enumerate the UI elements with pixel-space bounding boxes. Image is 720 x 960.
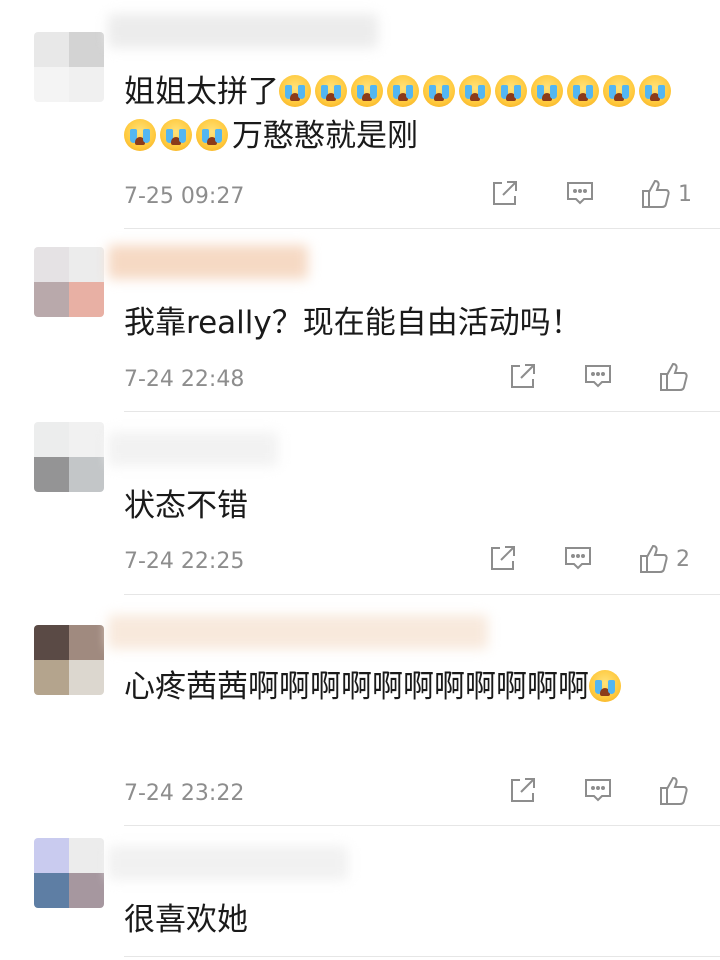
avatar-pixel [69, 660, 104, 695]
crying-emoji-icon [531, 75, 563, 107]
avatar-pixel [69, 32, 104, 67]
crying-emoji-icon [495, 75, 527, 107]
comment-text: 我靠really？现在能自由活动吗！ [124, 305, 582, 341]
avatar[interactable] [34, 32, 104, 102]
avatar-pixel [34, 457, 69, 492]
avatar-pixel [69, 67, 104, 102]
avatar-pixel [69, 838, 104, 873]
avatar-pixel [34, 873, 69, 908]
username-blurred[interactable] [108, 245, 308, 279]
comment-actions [0, 775, 720, 815]
crying-emoji-icon [315, 75, 347, 107]
reply-icon [567, 182, 593, 205]
share-icon [511, 778, 535, 802]
username-blurred[interactable] [108, 432, 278, 466]
avatar-pixel [69, 282, 104, 317]
avatar-pixel [69, 422, 104, 457]
reply-icon [585, 365, 611, 388]
divider [124, 228, 720, 229]
like-button[interactable]: 1 [640, 178, 692, 210]
like-icon [640, 544, 668, 573]
divider [124, 594, 720, 595]
crying-emoji-icon [279, 75, 311, 107]
avatar[interactable] [34, 625, 104, 695]
comment-actions: 2 [0, 543, 720, 583]
like-count: 2 [676, 546, 690, 572]
share-button[interactable] [490, 178, 520, 208]
like-icon [660, 776, 688, 805]
avatar-pixel [69, 873, 104, 908]
crying-emoji-icon [567, 75, 599, 107]
avatar[interactable] [34, 422, 104, 492]
comment-text-end: 万憨憨就是刚 [232, 118, 418, 154]
avatar-pixel [69, 247, 104, 282]
share-button[interactable] [508, 775, 538, 805]
avatar[interactable] [34, 838, 104, 908]
crying-emoji-icon [639, 75, 671, 107]
avatar-pixel [69, 457, 104, 492]
avatar-pixel [34, 660, 69, 695]
crying-emoji-icon [423, 75, 455, 107]
divider [124, 411, 720, 412]
comment-actions [0, 361, 720, 401]
share-icon [511, 364, 535, 388]
comment-text: 心疼茜茜啊啊啊啊啊啊啊啊啊啊啊 [124, 665, 684, 709]
like-icon [642, 179, 670, 208]
avatar-pixel [34, 282, 69, 317]
avatar[interactable] [34, 247, 104, 317]
crying-emoji-icon [351, 75, 383, 107]
divider [124, 956, 720, 957]
avatar-pixel [69, 625, 104, 660]
crying-emoji-icon [124, 119, 156, 151]
like-button[interactable]: 2 [638, 543, 690, 575]
crying-emoji-icon [603, 75, 635, 107]
crying-emoji-icon [387, 75, 419, 107]
comment-text: 状态不错 [124, 488, 248, 524]
comment-text-start: 姐姐太拼了 [124, 74, 279, 110]
reply-button[interactable] [583, 361, 613, 391]
share-icon [493, 181, 517, 205]
comment-text: 姐姐太拼了万憨憨就是刚 [124, 70, 684, 158]
comment-text: 很喜欢她 [124, 902, 248, 938]
avatar-pixel [34, 625, 69, 660]
share-button[interactable] [508, 361, 538, 391]
avatar-pixel [34, 838, 69, 873]
reply-button[interactable] [583, 775, 613, 805]
username-blurred[interactable] [108, 846, 348, 880]
avatar-pixel [34, 67, 69, 102]
comment-text-main: 心疼茜茜啊啊啊啊啊啊啊啊啊啊啊 [124, 669, 589, 705]
like-icon [660, 362, 688, 391]
avatar-pixel [34, 247, 69, 282]
like-button[interactable] [658, 361, 696, 393]
reply-button[interactable] [563, 543, 593, 573]
like-button[interactable] [658, 775, 696, 807]
avatar-pixel [34, 32, 69, 67]
crying-emoji-icon [589, 670, 621, 702]
divider [124, 825, 720, 826]
reply-button[interactable] [565, 178, 595, 208]
crying-emoji-icon [196, 119, 228, 151]
username-blurred[interactable] [108, 14, 378, 48]
share-icon [491, 546, 515, 570]
like-count: 1 [678, 181, 692, 207]
username-blurred[interactable] [108, 615, 488, 649]
avatar-pixel [34, 422, 69, 457]
crying-emoji-icon [459, 75, 491, 107]
reply-icon [565, 547, 591, 570]
crying-emoji-icon [160, 119, 192, 151]
reply-icon [585, 779, 611, 802]
comment-actions: 1 [0, 178, 720, 218]
share-button[interactable] [488, 543, 518, 573]
